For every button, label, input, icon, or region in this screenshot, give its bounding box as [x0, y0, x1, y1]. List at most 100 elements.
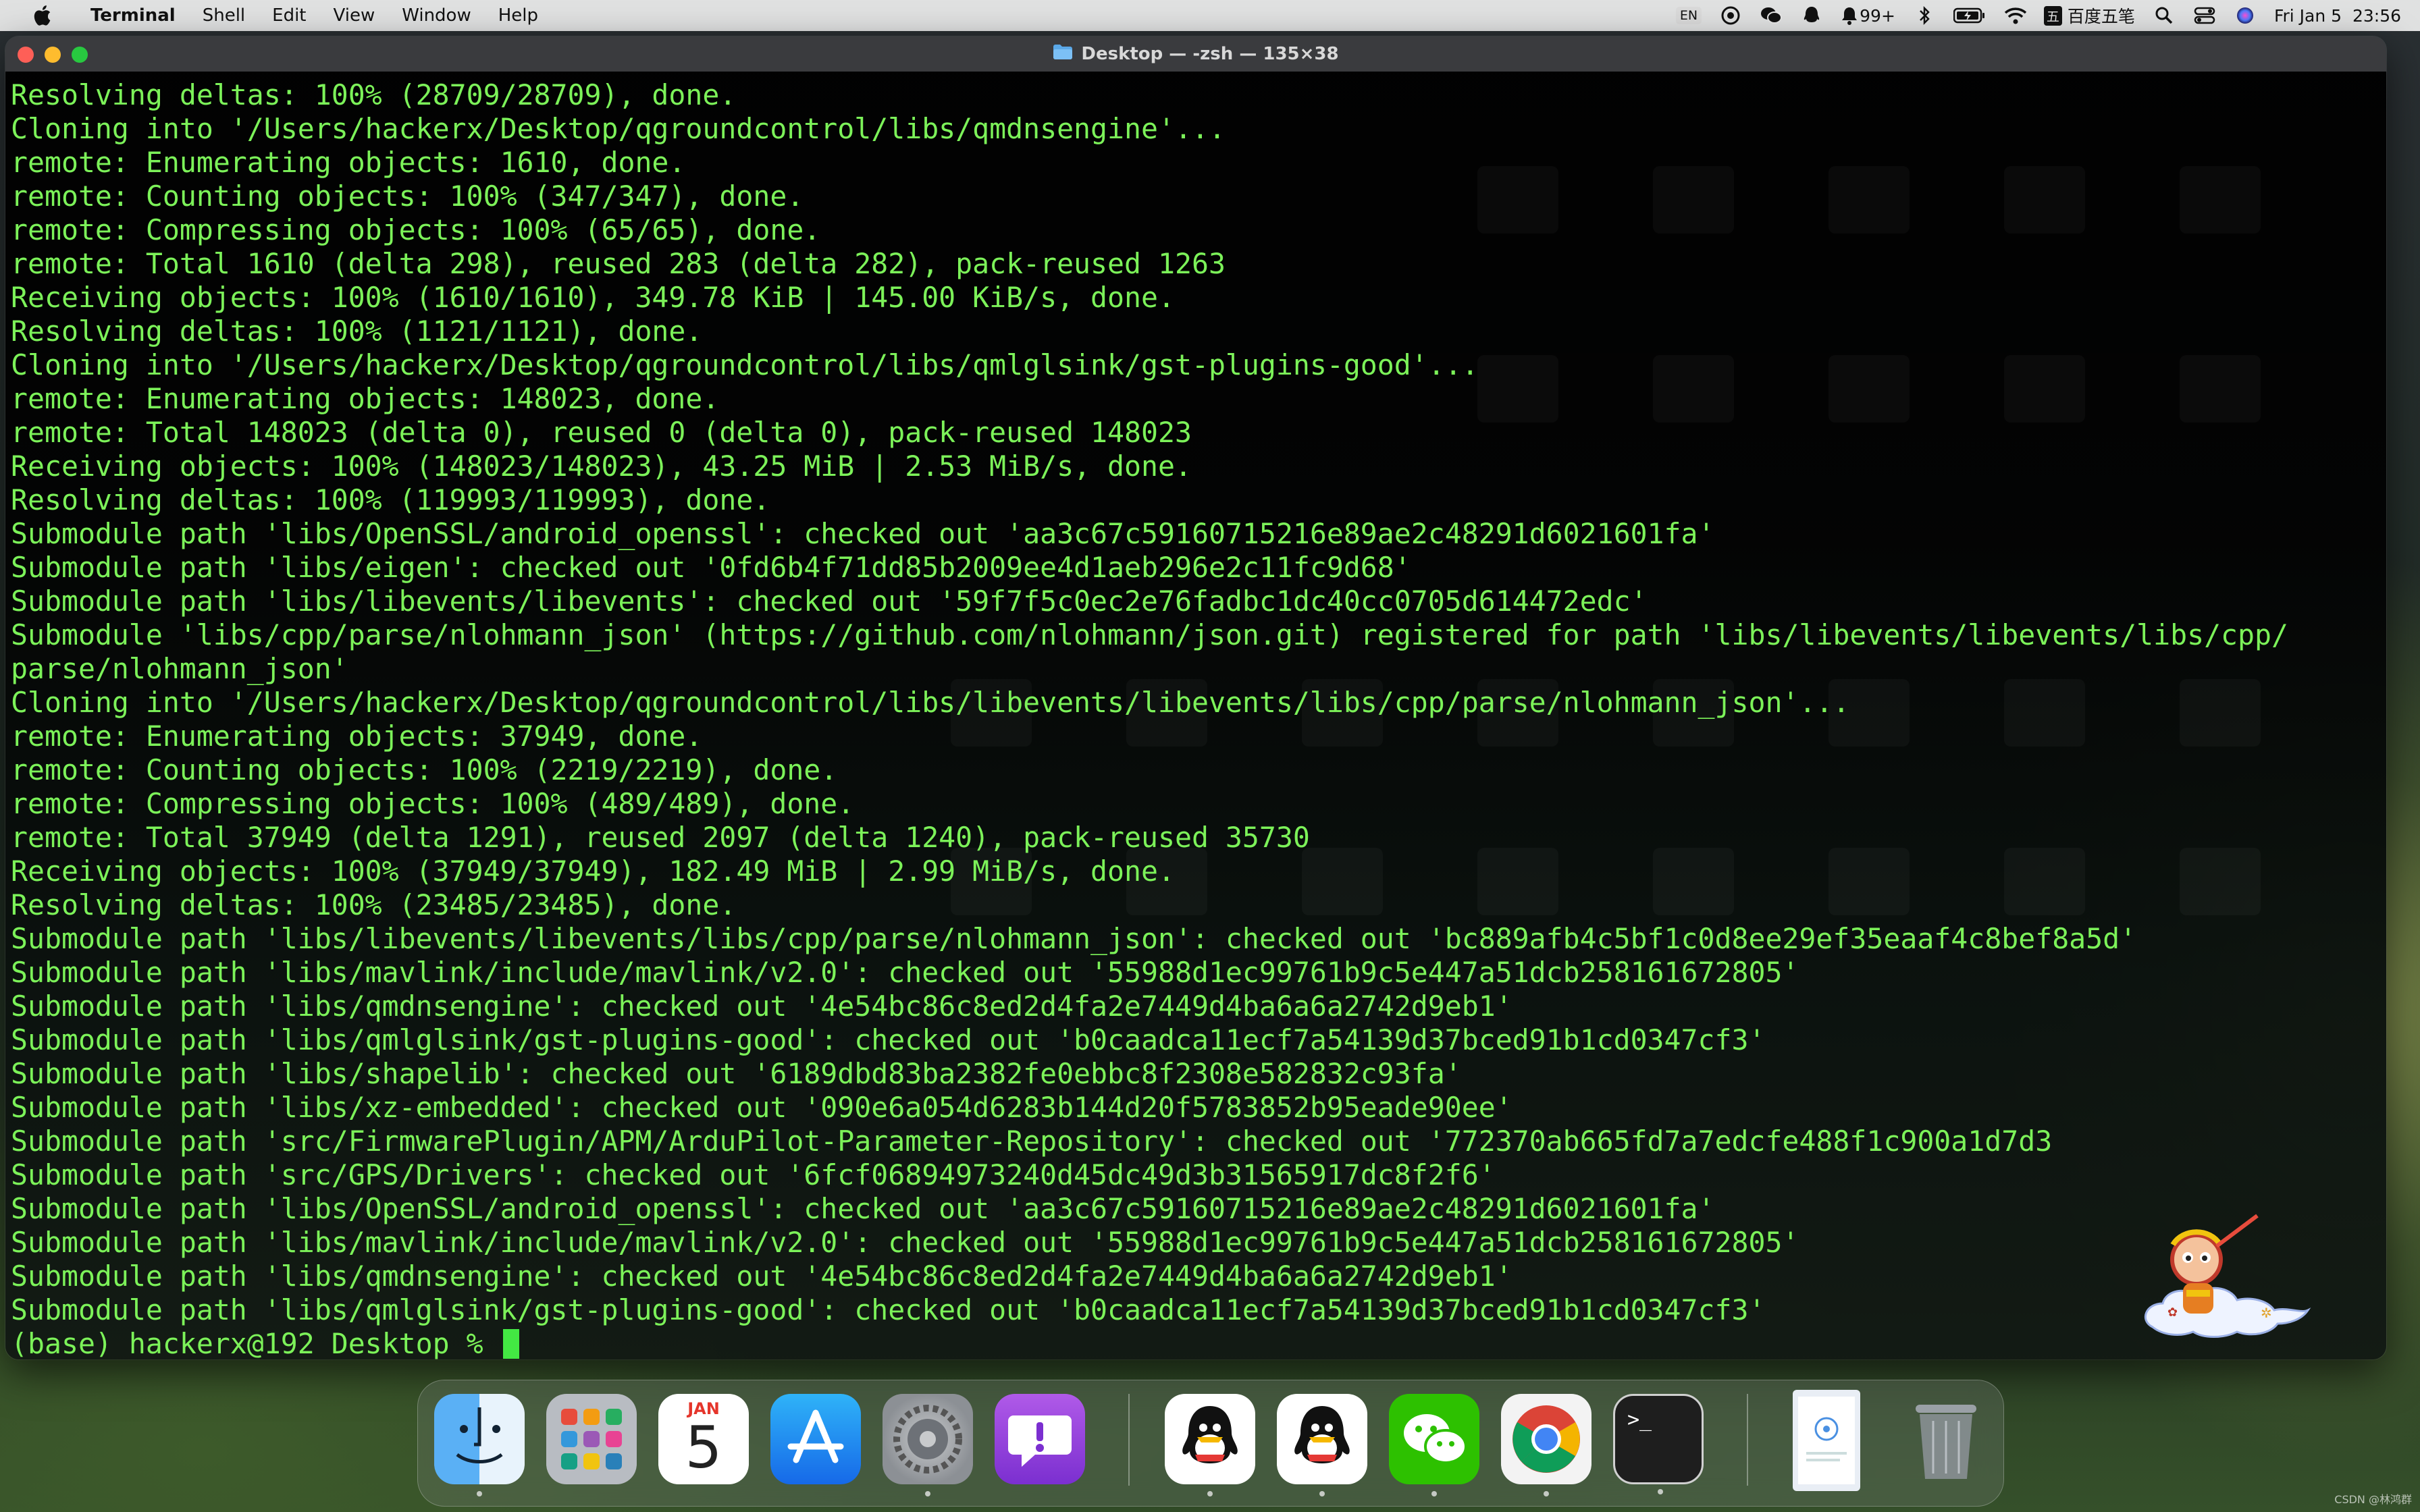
terminal-line: Submodule 'libs/cpp/parse/nlohmann_json'…: [11, 618, 2288, 651]
terminal-line: Submodule path 'libs/libevents/libevents…: [11, 922, 2137, 955]
terminal-line: parse/nlohmann_json': [11, 652, 348, 685]
bluetooth-icon[interactable]: [1913, 4, 1936, 27]
terminal-line: Resolving deltas: 100% (23485/23485), do…: [11, 888, 737, 921]
dock: JAN 5 >_: [417, 1380, 2004, 1507]
terminal-line: remote: Total 148023 (delta 0), reused 0…: [11, 416, 1192, 449]
clock[interactable]: Fri Jan 5 23:56: [2274, 6, 2401, 26]
running-indicator: [1431, 1491, 1437, 1496]
wechat-icon[interactable]: [1389, 1394, 1479, 1496]
terminal-line: Submodule path 'libs/libevents/libevents…: [11, 585, 1648, 618]
window-title-bar[interactable]: Desktop — -zsh — 135×38: [5, 36, 2386, 72]
terminal-prompt: (base) hackerx@192 Desktop %: [11, 1327, 500, 1359]
qq-icon[interactable]: [1165, 1394, 1255, 1496]
watermark: CSDN @林鸿群: [2334, 1493, 2412, 1506]
qq-icon[interactable]: [1277, 1394, 1367, 1496]
terminal-line: Submodule path 'src/GPS/Drivers': checke…: [11, 1158, 1496, 1191]
terminal-line: Receiving objects: 100% (37949/37949), 1…: [11, 855, 1175, 888]
app-store-icon[interactable]: [770, 1394, 861, 1484]
terminal-cursor: [502, 1329, 519, 1359]
terminal-line: Submodule path 'libs/mavlink/include/mav…: [11, 1226, 1799, 1259]
battery-charging-icon[interactable]: [1953, 4, 1986, 27]
wifi-icon[interactable]: [2003, 4, 2026, 27]
terminal-icon[interactable]: >_: [1613, 1394, 1704, 1494]
running-indicator: [925, 1491, 930, 1496]
apple-menu-icon[interactable]: [27, 1, 57, 30]
terminal-line: Resolving deltas: 100% (119993/119993), …: [11, 483, 770, 516]
notification-bell-icon[interactable]: 99+: [1841, 4, 1895, 27]
terminal-line: Resolving deltas: 100% (1121/1121), done…: [11, 315, 703, 348]
trash-icon[interactable]: [1901, 1394, 1991, 1484]
menu-help[interactable]: Help: [485, 5, 552, 26]
running-indicator: [1207, 1491, 1213, 1496]
ime-icon[interactable]: 五 百度五笔: [2043, 4, 2135, 27]
menu-view[interactable]: View: [320, 5, 389, 26]
chrome-icon[interactable]: [1501, 1394, 1592, 1496]
document-thumbnail[interactable]: [1793, 1390, 1860, 1491]
finder-icon[interactable]: [434, 1394, 525, 1496]
terminal-line: Submodule path 'src/FirmwarePlugin/APM/A…: [11, 1125, 2053, 1158]
terminal-line: Cloning into '/Users/hackerx/Desktop/qgr…: [11, 112, 1226, 145]
terminal-line: Submodule path 'libs/qmdnsengine': check…: [11, 990, 1512, 1023]
menu-edit[interactable]: Edit: [259, 5, 319, 26]
terminal-line: Resolving deltas: 100% (28709/28709), do…: [11, 78, 737, 111]
terminal-line: Submodule path 'libs/qmlglsink/gst-plugi…: [11, 1023, 1766, 1056]
control-center-icon[interactable]: [2193, 4, 2216, 27]
terminal-line: Submodule path 'libs/OpenSSL/android_ope…: [11, 517, 1715, 550]
terminal-line: Submodule path 'libs/xz-embedded': check…: [11, 1091, 1512, 1124]
terminal-line: Submodule path 'libs/OpenSSL/android_ope…: [11, 1192, 1715, 1225]
zoom-button[interactable]: [72, 47, 88, 63]
terminal-body[interactable]: Resolving deltas: 100% (28709/28709), do…: [5, 72, 2386, 1359]
terminal-line: remote: Enumerating objects: 148023, don…: [11, 382, 720, 415]
menu-shell[interactable]: Shell: [189, 5, 259, 26]
terminal-line: remote: Counting objects: 100% (2219/221…: [11, 753, 838, 786]
menu-bar: Terminal Shell Edit View Window Help EN …: [0, 0, 2420, 31]
terminal-line: Submodule path 'libs/qmdnsengine': check…: [11, 1260, 1512, 1293]
terminal-line: Cloning into '/Users/hackerx/Desktop/qgr…: [11, 348, 1479, 381]
calendar-day: 5: [685, 1414, 722, 1482]
folder-icon: [1053, 44, 1073, 65]
terminal-line: Cloning into '/Users/hackerx/Desktop/qgr…: [11, 686, 1850, 719]
wechat-tray-icon[interactable]: [1760, 4, 1783, 27]
mascot-sticker: ✿ ✲: [2144, 1214, 2311, 1338]
input-method-badge[interactable]: EN: [1675, 7, 1702, 24]
terminal-line: remote: Total 37949 (delta 1291), reused…: [11, 821, 1310, 854]
running-indicator: [1544, 1491, 1549, 1496]
terminal-line: Submodule path 'libs/shapelib': checked …: [11, 1057, 1462, 1090]
menu-window[interactable]: Window: [388, 5, 485, 26]
screen-record-icon[interactable]: [1719, 4, 1742, 27]
terminal-line: Submodule path 'libs/eigen': checked out…: [11, 551, 1411, 584]
terminal-line: Receiving objects: 100% (148023/148023),…: [11, 450, 1192, 483]
ime-label: 百度五笔: [2067, 7, 2135, 26]
menu-app-name[interactable]: Terminal: [77, 5, 189, 26]
ime-badge: 五: [2043, 5, 2062, 26]
running-indicator: [477, 1491, 482, 1496]
svg-text:✲: ✲: [2261, 1305, 2272, 1321]
terminal-line: remote: Enumerating objects: 1610, done.: [11, 146, 686, 179]
terminal-line: remote: Enumerating objects: 37949, done…: [11, 720, 703, 753]
dock-separator: [1128, 1394, 1130, 1486]
svg-text:✿: ✿: [2167, 1305, 2178, 1320]
minimize-button[interactable]: [45, 47, 61, 63]
siri-icon[interactable]: [2234, 4, 2257, 27]
terminal-line: Submodule path 'libs/mavlink/include/mav…: [11, 956, 1799, 989]
qq-tray-icon[interactable]: [1800, 4, 1823, 27]
spotlight-search-icon[interactable]: [2153, 4, 2176, 27]
system-settings-icon[interactable]: [883, 1394, 973, 1496]
running-indicator: [1658, 1489, 1663, 1494]
feedback-icon[interactable]: [995, 1394, 1085, 1484]
terminal-line: remote: Total 1610 (delta 298), reused 2…: [11, 247, 1226, 280]
terminal-glyph: >_: [1627, 1408, 1652, 1432]
window-title: Desktop — -zsh — 135×38: [1081, 44, 1339, 64]
calendar-icon[interactable]: JAN 5: [658, 1394, 749, 1484]
terminal-output[interactable]: Resolving deltas: 100% (28709/28709), do…: [11, 78, 2374, 1359]
terminal-line: Receiving objects: 100% (1610/1610), 349…: [11, 281, 1175, 314]
close-button[interactable]: [18, 47, 34, 63]
launchpad-icon[interactable]: [546, 1394, 637, 1484]
terminal-line: Submodule path 'libs/qmlglsink/gst-plugi…: [11, 1293, 1766, 1326]
dock-separator: [1747, 1394, 1748, 1486]
running-indicator: [1319, 1491, 1325, 1496]
notification-count: 99+: [1860, 5, 1895, 26]
terminal-window: Desktop — -zsh — 135×38 Resolving deltas…: [5, 36, 2386, 1359]
terminal-prompt-line[interactable]: (base) hackerx@192 Desktop %: [11, 1327, 2374, 1359]
terminal-line: remote: Compressing objects: 100% (65/65…: [11, 213, 821, 246]
